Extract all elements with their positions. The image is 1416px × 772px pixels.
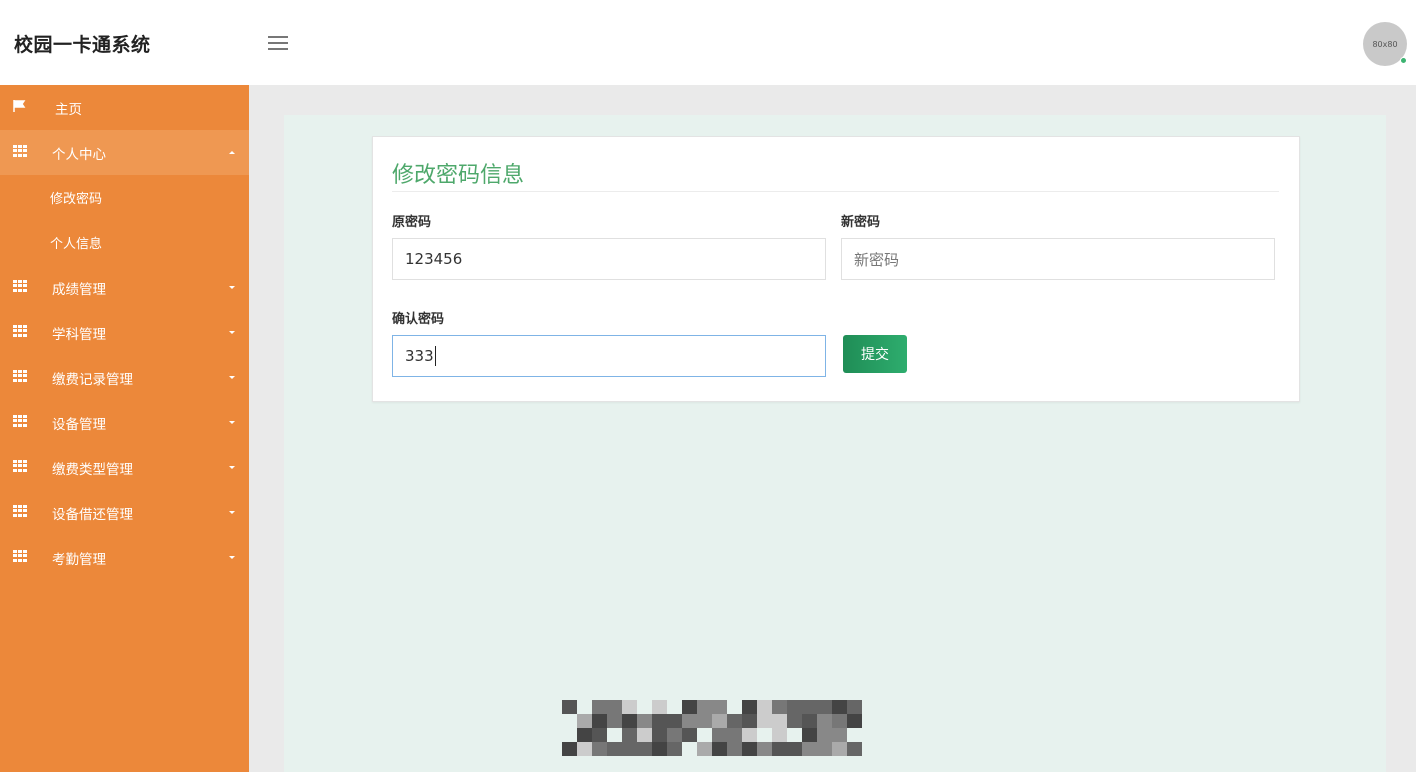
- chevron-down-icon: [229, 511, 235, 514]
- grid-icon: [13, 505, 27, 517]
- sidebar-item-subjects[interactable]: 学科管理: [0, 310, 249, 355]
- submit-button[interactable]: 提交: [843, 335, 907, 373]
- chevron-down-icon: [229, 376, 235, 379]
- sidebar-item-home[interactable]: 主页: [0, 85, 249, 130]
- new-password-placeholder: 新密码: [854, 250, 900, 269]
- new-password-input[interactable]: 新密码: [841, 238, 1275, 280]
- sidebar-item-personal[interactable]: 个人中心: [0, 130, 249, 175]
- chevron-down-icon: [229, 286, 235, 289]
- sidebar-item-attendance[interactable]: 考勤管理: [0, 535, 249, 580]
- old-password-label: 原密码: [392, 215, 432, 230]
- chevron-down-icon: [229, 421, 235, 424]
- confirm-password-input[interactable]: 333: [392, 335, 826, 377]
- text-cursor: [434, 346, 436, 366]
- menu-toggle-icon[interactable]: [268, 36, 288, 50]
- chevron-down-icon: [229, 556, 235, 559]
- sidebar-item-label: 学科管理: [52, 326, 106, 343]
- card-title: 修改密码信息: [392, 163, 525, 188]
- sidebar-item-label: 成绩管理: [52, 281, 106, 298]
- sidebar-item-devices[interactable]: 设备管理: [0, 400, 249, 445]
- chevron-down-icon: [229, 466, 235, 469]
- confirm-password-label: 确认密码: [392, 312, 445, 327]
- sidebar-item-label: 个人中心: [52, 146, 106, 163]
- sidebar-item-label: 考勤管理: [52, 551, 106, 568]
- grid-icon: [13, 370, 27, 382]
- pixelated-footer: [562, 700, 862, 756]
- avatar[interactable]: 80x80: [1363, 22, 1407, 66]
- old-password-input[interactable]: 123456: [392, 238, 826, 280]
- sidebar-item-label: 缴费类型管理: [52, 461, 133, 478]
- grid-icon: [13, 460, 27, 472]
- app-title: 校园一卡通系统: [14, 34, 151, 56]
- sidebar-item-device-lending[interactable]: 设备借还管理: [0, 490, 249, 535]
- sidebar-item-grades[interactable]: 成绩管理: [0, 265, 249, 310]
- divider: [392, 191, 1279, 192]
- sidebar-item-label: 设备管理: [52, 416, 106, 433]
- sidebar: 主页 个人中心 修改密码 个人信息 成绩管理 学科管理 缴费记录管理 设备管理 …: [0, 85, 249, 772]
- sidebar-item-payment-types[interactable]: 缴费类型管理: [0, 445, 249, 490]
- confirm-password-value: 333: [405, 347, 434, 365]
- top-bar: 校园一卡通系统 80x80: [0, 0, 1416, 85]
- grid-icon: [13, 550, 27, 562]
- grid-icon: [13, 145, 27, 157]
- grid-icon: [13, 325, 27, 337]
- sidebar-item-label: 主页: [55, 101, 82, 118]
- old-password-value: 123456: [405, 250, 463, 268]
- flag-icon: [13, 100, 26, 112]
- new-password-label: 新密码: [841, 215, 881, 230]
- avatar-text: 80x80: [1372, 39, 1398, 49]
- grid-icon: [13, 280, 27, 292]
- chevron-down-icon: [229, 331, 235, 334]
- change-password-card: 修改密码信息 原密码 123456 新密码 新密码 确认密码 333 提交: [372, 136, 1300, 402]
- chevron-up-icon: [229, 151, 235, 154]
- sidebar-subitem-change-password[interactable]: 修改密码: [0, 175, 249, 220]
- grid-icon: [13, 415, 27, 427]
- sidebar-item-payment-records[interactable]: 缴费记录管理: [0, 355, 249, 400]
- sidebar-item-label: 设备借还管理: [52, 506, 133, 523]
- online-status-icon: [1400, 57, 1407, 64]
- sidebar-item-label: 缴费记录管理: [52, 371, 133, 388]
- sidebar-subitem-personal-info[interactable]: 个人信息: [0, 220, 249, 265]
